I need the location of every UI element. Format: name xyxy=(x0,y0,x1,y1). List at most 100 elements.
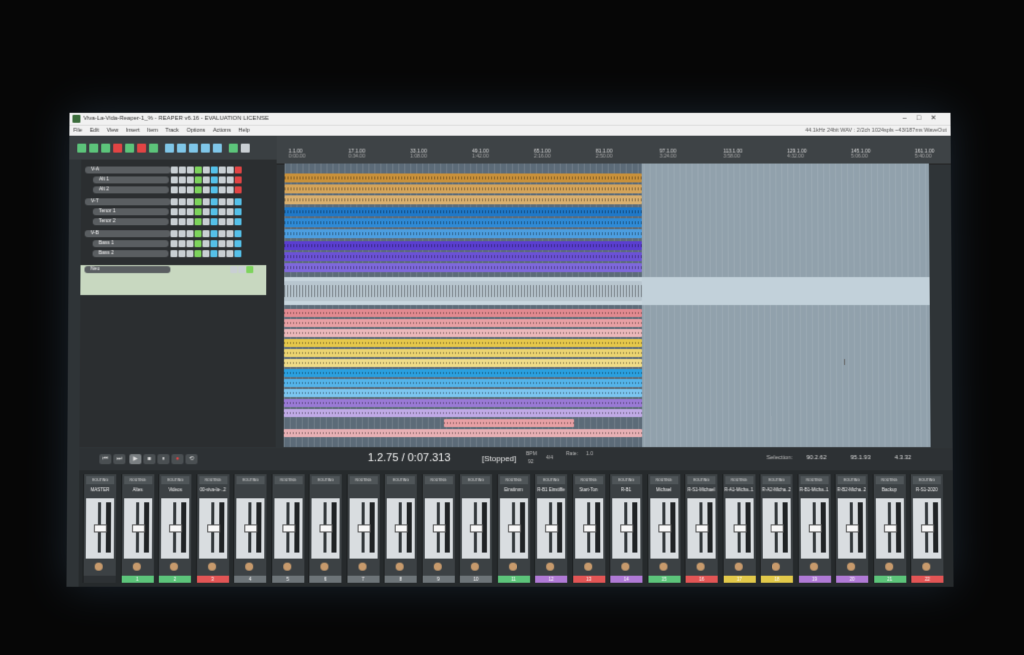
stop-button[interactable]: ■ xyxy=(143,454,156,465)
track-controls[interactable] xyxy=(170,175,243,184)
mixer-strip[interactable]: ROUTING Start-Ton 13 xyxy=(571,474,605,583)
track-row[interactable]: V-B xyxy=(81,229,267,238)
track-controls[interactable] xyxy=(170,217,243,226)
pan-knob[interactable] xyxy=(734,562,743,571)
window-controls[interactable]: –□✕ xyxy=(903,113,947,125)
mixer-strip[interactable]: ROUTING R-S1-Michael 16 xyxy=(684,474,718,583)
time-signature[interactable]: 4/4 xyxy=(546,455,553,461)
routing-button[interactable]: ROUTING xyxy=(800,476,829,485)
time-position-display[interactable]: 1.2.75 / 0:07.313 xyxy=(368,452,451,464)
menu-edit[interactable]: Edit xyxy=(90,128,99,134)
routing-button[interactable]: ROUTING xyxy=(236,476,265,485)
volume-fader[interactable] xyxy=(921,524,935,533)
menu-options[interactable]: Options xyxy=(186,128,205,134)
record-button[interactable]: ● xyxy=(171,454,184,465)
track-row[interactable]: Alt 1 xyxy=(81,175,267,184)
pan-knob[interactable] xyxy=(207,562,216,571)
volume-fader[interactable] xyxy=(808,524,822,533)
menu-actions[interactable]: Actions xyxy=(213,128,231,134)
volume-fader[interactable] xyxy=(883,524,897,533)
track-controls[interactable] xyxy=(170,185,243,194)
volume-fader[interactable] xyxy=(469,524,483,533)
go-to-start-button[interactable]: ⏮ xyxy=(99,454,112,465)
mixer-strip[interactable]: ROUTING 10 xyxy=(458,474,492,583)
pan-knob[interactable] xyxy=(809,562,818,571)
pan-knob[interactable] xyxy=(658,562,668,571)
track-name[interactable]: V-B xyxy=(84,230,171,238)
lock-icon[interactable] xyxy=(188,143,198,153)
media-item[interactable] xyxy=(284,184,642,194)
track-name[interactable]: Neu xyxy=(84,266,171,274)
crossfade-icon[interactable] xyxy=(212,143,222,153)
routing-button[interactable]: ROUTING xyxy=(424,476,453,485)
routing-button[interactable]: ROUTING xyxy=(499,476,528,485)
mixer-strip[interactable]: ROUTING 6 xyxy=(308,474,342,583)
track-name[interactable]: Tenor 1 xyxy=(92,208,169,216)
media-item[interactable] xyxy=(283,389,643,398)
volume-fader[interactable] xyxy=(244,524,258,533)
media-item[interactable] xyxy=(284,173,642,183)
track-controls[interactable] xyxy=(170,197,243,206)
menu-help[interactable]: Help xyxy=(238,128,249,134)
menu-file[interactable]: File xyxy=(73,128,82,134)
mixer-strip[interactable]: ROUTING Einstimm 11 xyxy=(496,474,530,583)
routing-button[interactable]: ROUTING xyxy=(349,476,378,485)
mixer-strip[interactable]: ROUTING R-A1-Micha..1 17 xyxy=(721,474,756,583)
mixer-strip[interactable]: ROUTING Backup 21 xyxy=(872,474,906,583)
track-row[interactable]: Tenor 2 xyxy=(81,217,267,226)
media-item[interactable] xyxy=(284,229,642,239)
routing-button[interactable]: ROUTING xyxy=(612,476,641,485)
mixer-strip[interactable]: ROUTING R-B1-Micha..1 19 xyxy=(797,474,831,583)
menu-track[interactable]: Track xyxy=(165,128,179,134)
settings-icon[interactable] xyxy=(240,143,250,153)
pan-knob[interactable] xyxy=(358,562,367,571)
grid-icon[interactable] xyxy=(149,143,159,153)
routing-button[interactable]: ROUTING xyxy=(574,476,603,485)
routing-button[interactable]: ROUTING xyxy=(198,476,227,485)
routing-button[interactable]: ROUTING xyxy=(123,476,152,485)
track-row[interactable]: V-T xyxy=(81,197,267,206)
undo-icon[interactable] xyxy=(113,143,123,153)
menu-insert[interactable]: Insert xyxy=(126,128,140,134)
volume-fader[interactable] xyxy=(620,524,634,533)
routing-button[interactable]: ROUTING xyxy=(161,476,190,485)
track-name[interactable]: Bass 2 xyxy=(92,250,169,258)
pan-knob[interactable] xyxy=(94,562,103,571)
track-controls[interactable] xyxy=(170,239,242,248)
media-item[interactable] xyxy=(284,281,642,302)
track-name[interactable]: Bass 1 xyxy=(92,240,169,248)
go-to-end-button[interactable]: ⏭ xyxy=(113,454,126,465)
media-item[interactable] xyxy=(283,379,643,388)
media-item[interactable] xyxy=(283,409,643,418)
routing-button[interactable]: ROUTING xyxy=(386,476,415,485)
mixer-strip[interactable]: ROUTING Videos 2 xyxy=(157,474,192,583)
media-item[interactable] xyxy=(283,429,643,438)
track-controls[interactable] xyxy=(170,207,243,216)
volume-fader[interactable] xyxy=(93,524,107,533)
mixer-strip[interactable]: ROUTING 9 xyxy=(421,474,455,583)
mixer-strip[interactable]: ROUTING 7 xyxy=(345,474,380,583)
track-name[interactable]: V-A xyxy=(85,166,171,174)
pan-knob[interactable] xyxy=(771,562,780,571)
volume-fader[interactable] xyxy=(695,524,709,533)
media-item[interactable] xyxy=(284,319,642,328)
save-project-icon[interactable] xyxy=(101,143,111,153)
play-button[interactable]: ▶ xyxy=(129,454,142,465)
pan-knob[interactable] xyxy=(282,562,291,571)
track-row[interactable]: Bass 2 xyxy=(81,249,267,258)
bpm-value[interactable]: 92 xyxy=(528,459,534,465)
arrange-view[interactable] xyxy=(283,163,931,448)
volume-fader[interactable] xyxy=(845,524,859,533)
mixer-strip[interactable]: ROUTING 00-viva-la-..2 3 xyxy=(195,474,229,583)
snap-icon[interactable] xyxy=(164,143,175,153)
track-name[interactable]: Tenor 2 xyxy=(92,218,169,226)
selection-length[interactable]: 4.3.32 xyxy=(895,455,912,461)
pan-knob[interactable] xyxy=(169,562,178,571)
track-row[interactable]: Alt 2 xyxy=(81,185,267,194)
pan-knob[interactable] xyxy=(922,562,931,571)
pan-knob[interactable] xyxy=(245,562,254,571)
track-row[interactable]: Bass 1 xyxy=(81,239,267,248)
volume-fader[interactable] xyxy=(281,524,295,533)
track-row[interactable]: V-A xyxy=(81,166,267,175)
mixer-strip[interactable]: ROUTING 4 xyxy=(233,474,267,583)
